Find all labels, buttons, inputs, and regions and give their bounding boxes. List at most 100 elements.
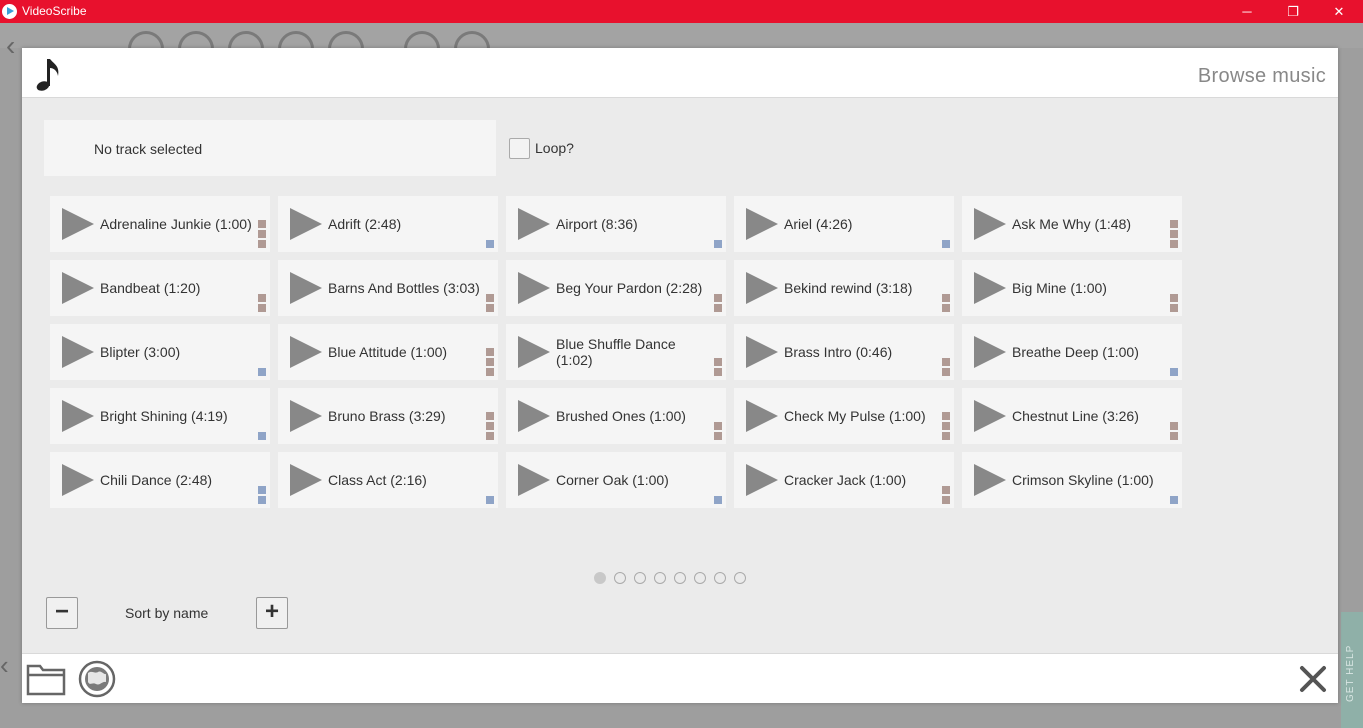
play-icon[interactable]	[518, 400, 550, 432]
track-card[interactable]: Brushed Ones (1:00)	[506, 388, 726, 444]
track-card[interactable]: Check My Pulse (1:00)	[734, 388, 954, 444]
page-dot[interactable]	[654, 572, 666, 584]
play-icon[interactable]	[974, 464, 1006, 496]
track-card[interactable]: Bruno Brass (3:29)	[278, 388, 498, 444]
track-tag-mark	[942, 496, 950, 504]
track-grid: Adrenaline Junkie (1:00) Adrift (2:48) Air…	[50, 196, 1182, 508]
page-dot[interactable]	[614, 572, 626, 584]
browse-music-dialog: Browse music No track selected Loop? Adr…	[22, 48, 1338, 703]
track-card[interactable]: Adrenaline Junkie (1:00)	[50, 196, 270, 252]
track-tag-mark	[714, 496, 722, 504]
track-card[interactable]: Bright Shining (4:19)	[50, 388, 270, 444]
page-dot[interactable]	[674, 572, 686, 584]
track-tag-mark	[1170, 220, 1178, 228]
track-card[interactable]: Barns And Bottles (3:03)	[278, 260, 498, 316]
track-card[interactable]: Cracker Jack (1:00)	[734, 452, 954, 508]
track-card[interactable]: Bandbeat (1:20)	[50, 260, 270, 316]
play-icon[interactable]	[746, 336, 778, 368]
play-icon[interactable]	[746, 208, 778, 240]
track-tag-mark	[714, 368, 722, 376]
page-dot[interactable]	[634, 572, 646, 584]
track-tag-mark	[1170, 294, 1178, 302]
track-card[interactable]: Chestnut Line (3:26)	[962, 388, 1182, 444]
folder-icon[interactable]	[26, 660, 68, 698]
play-icon[interactable]	[746, 464, 778, 496]
maximize-button[interactable]: ❐	[1270, 0, 1316, 23]
track-name: Big Mine (1:00)	[1012, 280, 1107, 296]
track-card[interactable]: Big Mine (1:00)	[962, 260, 1182, 316]
play-icon[interactable]	[518, 336, 550, 368]
play-icon[interactable]	[290, 464, 322, 496]
track-tag-mark	[486, 368, 494, 376]
bg-left-arrow-icon: ‹	[0, 650, 9, 680]
window-close-button[interactable]: ✕	[1316, 0, 1362, 23]
track-tag-mark	[486, 348, 494, 356]
play-icon[interactable]	[290, 336, 322, 368]
zoom-in-button[interactable]: +	[256, 597, 288, 629]
track-card[interactable]: Chili Dance (2:48)	[50, 452, 270, 508]
track-tag-mark	[486, 294, 494, 302]
get-help-tab[interactable]: GET HELP	[1341, 612, 1363, 728]
track-tag-mark	[258, 432, 266, 440]
track-name: Bandbeat (1:20)	[100, 280, 201, 296]
track-tag-marks	[1170, 422, 1178, 440]
track-card[interactable]: Blipter (3:00)	[50, 324, 270, 380]
track-card[interactable]: Ariel (4:26)	[734, 196, 954, 252]
track-card[interactable]: Ask Me Why (1:48)	[962, 196, 1182, 252]
track-tag-mark	[486, 422, 494, 430]
track-card[interactable]: Blue Attitude (1:00)	[278, 324, 498, 380]
track-card[interactable]: Corner Oak (1:00)	[506, 452, 726, 508]
play-icon[interactable]	[974, 208, 1006, 240]
track-card[interactable]: Bekind rewind (3:18)	[734, 260, 954, 316]
minimize-button[interactable]: ─	[1224, 0, 1270, 23]
play-icon[interactable]	[974, 336, 1006, 368]
track-name: Adrift (2:48)	[328, 216, 402, 232]
track-tag-marks	[714, 358, 722, 376]
play-icon[interactable]	[62, 208, 94, 240]
play-icon[interactable]	[62, 336, 94, 368]
page-dot[interactable]	[714, 572, 726, 584]
track-tag-marks	[258, 294, 266, 312]
page-dot[interactable]	[694, 572, 706, 584]
play-icon[interactable]	[290, 272, 322, 304]
track-card[interactable]: Airport (8:36)	[506, 196, 726, 252]
track-card[interactable]: Brass Intro (0:46)	[734, 324, 954, 380]
track-tag-marks	[1170, 220, 1178, 248]
zoom-out-button[interactable]: −	[46, 597, 78, 629]
track-tag-marks	[258, 486, 266, 504]
track-card[interactable]: Beg Your Pardon (2:28)	[506, 260, 726, 316]
track-tag-mark	[942, 358, 950, 366]
play-icon[interactable]	[974, 272, 1006, 304]
track-tag-mark	[942, 368, 950, 376]
globe-icon[interactable]	[78, 660, 116, 698]
track-card[interactable]: Breathe Deep (1:00)	[962, 324, 1182, 380]
play-icon[interactable]	[290, 208, 322, 240]
play-icon[interactable]	[62, 272, 94, 304]
play-icon[interactable]	[62, 400, 94, 432]
track-card[interactable]: Class Act (2:16)	[278, 452, 498, 508]
track-tag-mark	[714, 422, 722, 430]
play-icon[interactable]	[746, 272, 778, 304]
track-name: Brushed Ones (1:00)	[556, 408, 686, 424]
track-card[interactable]: Blue Shuffle Dance (1:02)	[506, 324, 726, 380]
play-icon[interactable]	[62, 464, 94, 496]
track-tag-mark	[258, 294, 266, 302]
play-icon[interactable]	[290, 400, 322, 432]
play-icon[interactable]	[518, 208, 550, 240]
track-card[interactable]: Adrift (2:48)	[278, 196, 498, 252]
play-icon[interactable]	[518, 464, 550, 496]
track-tag-mark	[942, 294, 950, 302]
play-icon[interactable]	[518, 272, 550, 304]
track-tag-mark	[714, 240, 722, 248]
sort-label[interactable]: Sort by name	[125, 605, 208, 621]
track-name: Chestnut Line (3:26)	[1012, 408, 1139, 424]
track-name: Blue Shuffle Dance (1:02)	[556, 336, 676, 368]
track-card[interactable]: Crimson Skyline (1:00)	[962, 452, 1182, 508]
page-dot[interactable]	[594, 572, 606, 584]
play-icon[interactable]	[746, 400, 778, 432]
page-dot[interactable]	[734, 572, 746, 584]
loop-checkbox[interactable]	[509, 138, 530, 159]
play-icon[interactable]	[974, 400, 1006, 432]
track-tag-mark	[258, 240, 266, 248]
close-icon[interactable]	[1298, 664, 1328, 694]
